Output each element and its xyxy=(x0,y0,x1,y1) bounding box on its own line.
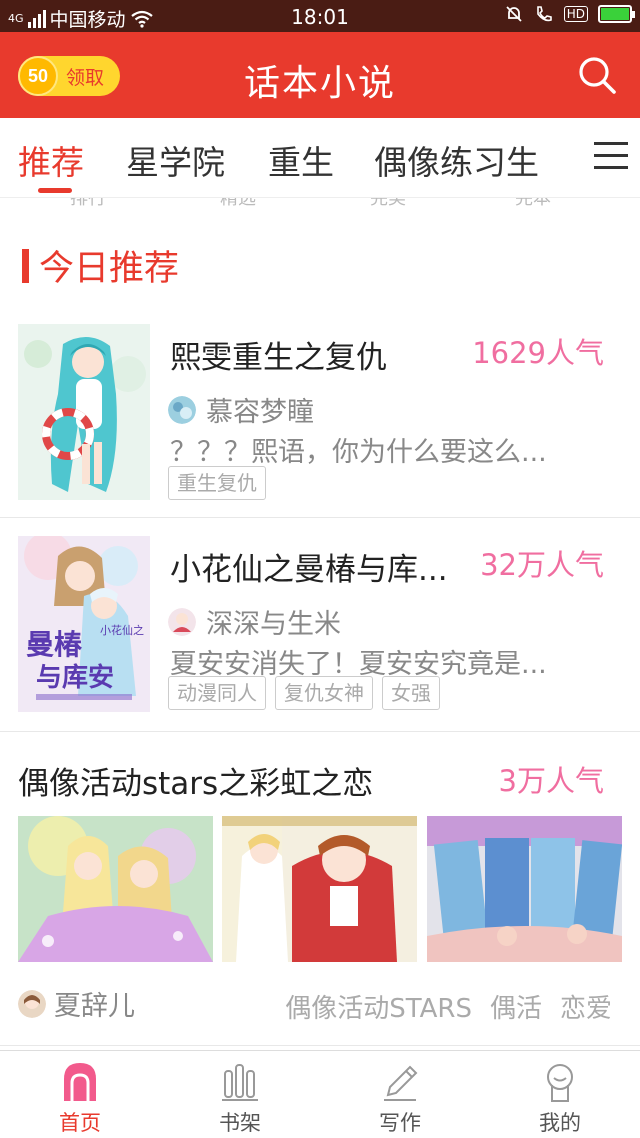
book-title[interactable]: 熙雯重生之复仇 xyxy=(170,332,387,377)
author-row: 慕容梦瞳 xyxy=(168,390,314,429)
peek-label: 完美 xyxy=(370,198,406,206)
cover-subtitle: 小花仙之 xyxy=(100,623,144,637)
book-tag[interactable]: 偶像活动STARS xyxy=(285,988,472,1025)
book-tag[interactable]: 重生复仇 xyxy=(168,466,266,500)
author-name[interactable]: 夏辞儿 xyxy=(54,984,135,1023)
app-title: 话本小说 xyxy=(243,63,396,104)
pencil-icon xyxy=(384,1065,418,1101)
book-tag[interactable]: 女强 xyxy=(382,676,440,710)
status-right: HD xyxy=(504,4,635,24)
tag-list: 重生复仇 xyxy=(168,466,266,500)
tab-rebirth[interactable]: 重生 xyxy=(268,136,334,184)
book-item[interactable]: 熙雯重生之复仇 1629人气 慕容梦瞳 ？？？熙语，你为什么要这么... 重生复… xyxy=(0,306,640,518)
author-avatar[interactable] xyxy=(18,989,46,1018)
home-icon xyxy=(64,1063,96,1101)
nav-write[interactable]: 写作 xyxy=(320,1051,480,1138)
nav-label: 我的 xyxy=(539,1111,581,1135)
preview-image[interactable] xyxy=(222,816,417,962)
scrolled-category-row: 排行 精选 完美 完本 xyxy=(0,198,640,206)
search-icon[interactable] xyxy=(576,54,618,96)
bookshelf-icon xyxy=(222,1064,258,1101)
book-title[interactable]: 小花仙之曼椿与库... xyxy=(170,544,448,589)
active-tab-indicator xyxy=(38,188,72,193)
bottom-nav: 首页 书架 写作 我的 xyxy=(0,1050,640,1138)
featured-book-item[interactable]: 偶像活动stars之彩虹之恋 3万人气 夏辞儿 偶像活动STARS 偶活 恋爱 xyxy=(0,732,640,1046)
category-tabs: 推荐 星学院 重生 偶像练习生 豪 xyxy=(0,118,640,198)
peek-label: 排行 xyxy=(70,198,106,206)
popularity-count: 1629人气 xyxy=(472,336,604,370)
hd-badge: HD xyxy=(563,6,588,22)
author-avatar[interactable] xyxy=(168,395,196,424)
book-title[interactable]: 偶像活动stars之彩虹之恋 xyxy=(18,758,373,803)
popularity-count: 32万人气 xyxy=(480,548,604,582)
menu-icon[interactable] xyxy=(594,142,628,170)
author-row: 夏辞儿 xyxy=(18,984,135,1023)
preview-image[interactable] xyxy=(427,816,622,962)
section-marker xyxy=(22,248,29,283)
app-header: 50 领取 话本小说 xyxy=(0,32,640,118)
cover-title-line-2: 与库安 xyxy=(36,663,114,693)
book-tag[interactable]: 偶活 xyxy=(490,988,542,1025)
cover-title-line-1: 曼椿 xyxy=(26,628,83,661)
nav-label: 书架 xyxy=(219,1111,261,1135)
author-name[interactable]: 深深与生米 xyxy=(206,602,341,641)
nav-home[interactable]: 首页 xyxy=(0,1051,160,1138)
section-header: 今日推荐 xyxy=(22,240,179,291)
nav-bookshelf[interactable]: 书架 xyxy=(160,1051,320,1138)
book-tag[interactable]: 复仇女神 xyxy=(275,676,373,710)
tag-list: 动漫同人 复仇女神 女强 xyxy=(168,676,440,710)
author-avatar[interactable] xyxy=(168,607,196,636)
preview-image[interactable] xyxy=(18,816,213,962)
book-tag[interactable]: 恋爱 xyxy=(560,988,612,1025)
book-item[interactable]: 曼椿 与库安 小花仙之 小花仙之曼椿与库... 32万人气 深深与生米 夏安安消… xyxy=(0,518,640,732)
mute-bell-icon xyxy=(506,6,522,22)
popularity-count: 3万人气 xyxy=(498,764,604,798)
section-title: 今日推荐 xyxy=(39,249,180,289)
book-tag[interactable]: 动漫同人 xyxy=(168,676,266,710)
author-row: 深深与生米 xyxy=(168,602,341,641)
battery-icon xyxy=(598,5,635,23)
status-bar: 4G 中国移动 18:01 HD xyxy=(0,0,640,32)
book-cover[interactable] xyxy=(18,324,150,500)
profile-icon xyxy=(547,1064,573,1102)
peek-label: 完本 xyxy=(515,198,551,206)
nav-label: 写作 xyxy=(379,1111,421,1135)
book-description: ？？？熙语，你为什么要这么... xyxy=(170,437,547,468)
tab-idol-trainee[interactable]: 偶像练习生 xyxy=(374,136,539,184)
tab-recommend[interactable]: 推荐 xyxy=(18,136,84,184)
phone-icon xyxy=(536,6,552,22)
peek-label: 精选 xyxy=(220,198,256,206)
nav-label: 首页 xyxy=(59,1111,101,1135)
cover-illustration: 曼椿 与库安 小花仙之 xyxy=(18,536,150,712)
cover-illustration xyxy=(18,324,150,500)
nav-profile[interactable]: 我的 xyxy=(480,1051,640,1138)
book-cover[interactable]: 曼椿 与库安 小花仙之 xyxy=(18,536,150,712)
tag-list: 偶像活动STARS 偶活 恋爱 xyxy=(285,988,612,1025)
author-name[interactable]: 慕容梦瞳 xyxy=(206,390,314,429)
tab-star-academy[interactable]: 星学院 xyxy=(126,136,225,184)
